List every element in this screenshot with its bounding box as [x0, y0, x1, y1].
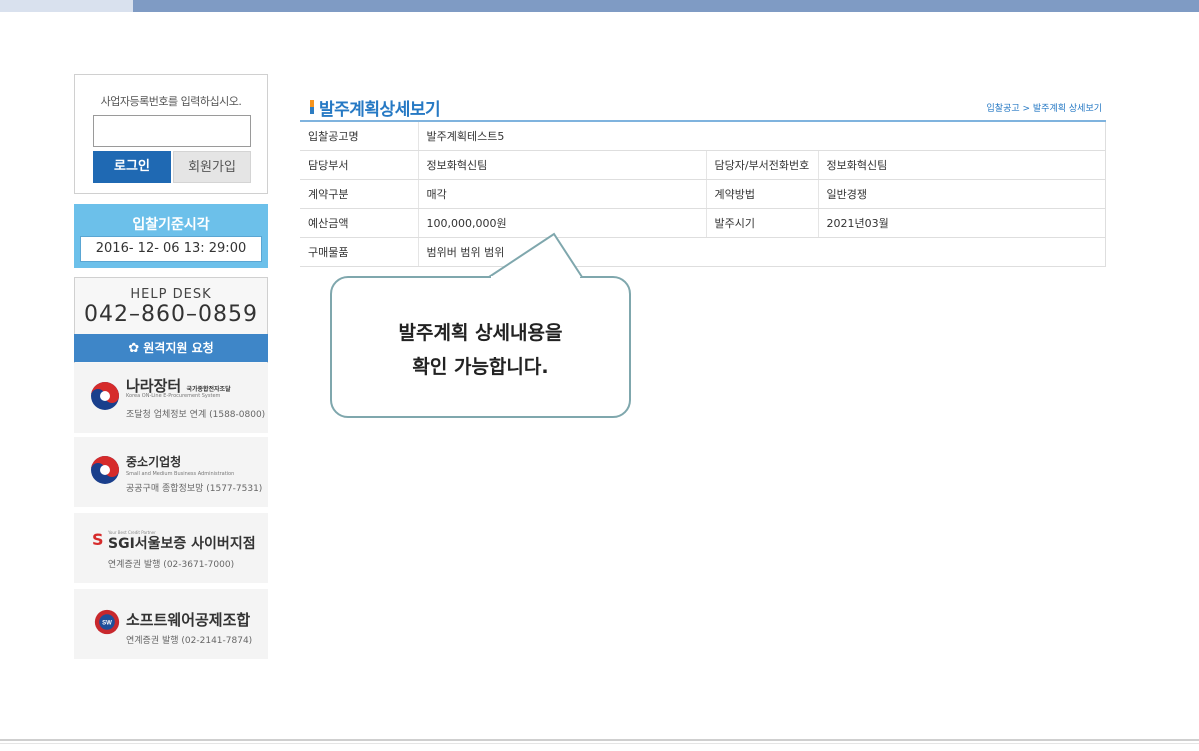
- row-value: 발주계획테스트5: [418, 121, 1106, 151]
- login-panel: 사업자등록번호를 입력하십시오. 로그인 회원가입: [74, 74, 268, 194]
- business-number-input[interactable]: [93, 115, 251, 147]
- sw-logo-icon: SW: [94, 609, 120, 635]
- row-label: 계약방법: [706, 179, 819, 209]
- partner-link-narajangteo[interactable]: 나라장터 국가종합전자조달 Korea ON-Line E-Procuremen…: [74, 363, 268, 433]
- partner-contact: 공공구매 종합정보망 (1577-7531): [126, 484, 263, 494]
- taegeuk-logo-icon: [91, 382, 119, 410]
- table-row: 구매물품 범위버 범위 범위: [300, 237, 1106, 267]
- help-desk-title: HELP DESK: [130, 287, 212, 302]
- partner-link-smba[interactable]: 중소기업청 Small and Medium Business Administ…: [74, 437, 268, 507]
- row-value: 일반경쟁: [818, 179, 1106, 209]
- partner-name: 중소기업청: [126, 455, 182, 469]
- bid-time-title: 입찰기준시각: [132, 217, 210, 233]
- bid-time-panel: 입찰기준시각 2016- 12- 06 13: 29:00: [74, 204, 268, 268]
- row-value: 100,000,000원: [418, 208, 707, 238]
- title-bar-icon: [310, 100, 314, 114]
- breadcrumb: 입찰공고 > 발주계획 상세보기: [986, 104, 1102, 114]
- callout-text: 발주계획 상세내용을 확인 가능합니다.: [332, 316, 629, 384]
- page-title: 발주계획상세보기: [319, 100, 441, 120]
- table-row: 담당부서 정보화혁신팀 담당자/부서전화번호 정보화혁신팀: [300, 150, 1106, 180]
- help-desk-phone: 042–860–0859: [84, 302, 258, 327]
- footer-divider-secondary: [0, 743, 1199, 744]
- row-value: 정보화혁신팀: [418, 150, 707, 180]
- row-value: 매각: [418, 179, 707, 209]
- row-label: 예산금액: [300, 208, 419, 238]
- bid-time-value: 2016- 12- 06 13: 29:00: [80, 236, 262, 262]
- login-button[interactable]: 로그인: [93, 151, 171, 183]
- row-label: 발주시기: [706, 208, 819, 238]
- partner-link-kscfc[interactable]: SW 소프트웨어공제조합 연계증권 발행 (02-2141-7874): [74, 589, 268, 659]
- row-value: 범위버 범위 범위: [418, 237, 1106, 267]
- partner-contact: 조달청 업체정보 연계 (1588-0800): [126, 410, 266, 420]
- partner-link-sgi[interactable]: Your Best Credit Partner S SGI서울보증 사이버지점…: [74, 513, 268, 583]
- remote-support-label: 원격지원 요청: [143, 341, 214, 355]
- partner-name: 소프트웨어공제조합: [126, 611, 251, 629]
- order-plan-detail-table: 입찰공고명 발주계획테스트5 담당부서 정보화혁신팀 담당자/부서전화번호 정보…: [300, 120, 1106, 267]
- row-value: 정보화혁신팀: [818, 150, 1106, 180]
- table-row: 계약구분 매각 계약방법 일반경쟁: [300, 179, 1106, 209]
- row-label: 입찰공고명: [300, 121, 419, 151]
- tooltip-callout: 발주계획 상세내용을 확인 가능합니다.: [330, 276, 631, 418]
- sgi-s-icon: S: [92, 530, 104, 549]
- table-row: 입찰공고명 발주계획테스트5: [300, 121, 1106, 151]
- join-button[interactable]: 회원가입: [173, 151, 251, 183]
- top-bar: [0, 0, 1199, 12]
- row-label: 구매물품: [300, 237, 419, 267]
- partner-subtitle: Small and Medium Business Administration: [126, 471, 235, 477]
- table-row: 예산금액 100,000,000원 발주시기 2021년03월: [300, 208, 1106, 238]
- row-label: 담당자/부서전화번호: [706, 150, 819, 180]
- footer-divider: [0, 739, 1199, 741]
- top-bar-left-segment: [0, 0, 133, 12]
- callout-line-1: 발주계획 상세내용을: [398, 322, 563, 344]
- svg-text:SW: SW: [102, 621, 112, 627]
- gear-icon: ✿: [128, 341, 140, 356]
- partner-subtitle: Korea ON-Line E-Procurement System: [126, 393, 221, 399]
- row-label: 계약구분: [300, 179, 419, 209]
- partner-name: SGI서울보증 사이버지점: [108, 536, 256, 552]
- login-prompt: 사업자등록번호를 입력하십시오.: [100, 95, 242, 108]
- callout-line-2: 확인 가능합니다.: [412, 356, 549, 378]
- partner-contact: 연계증권 발행 (02-2141-7874): [126, 636, 253, 646]
- taegeuk-logo-icon: [91, 456, 119, 484]
- remote-support-button[interactable]: ✿ 원격지원 요청: [74, 334, 268, 362]
- partner-contact: 연계증권 발행 (02-3671-7000): [107, 560, 235, 570]
- row-value: 2021년03월: [818, 208, 1106, 238]
- row-label: 담당부서: [300, 150, 419, 180]
